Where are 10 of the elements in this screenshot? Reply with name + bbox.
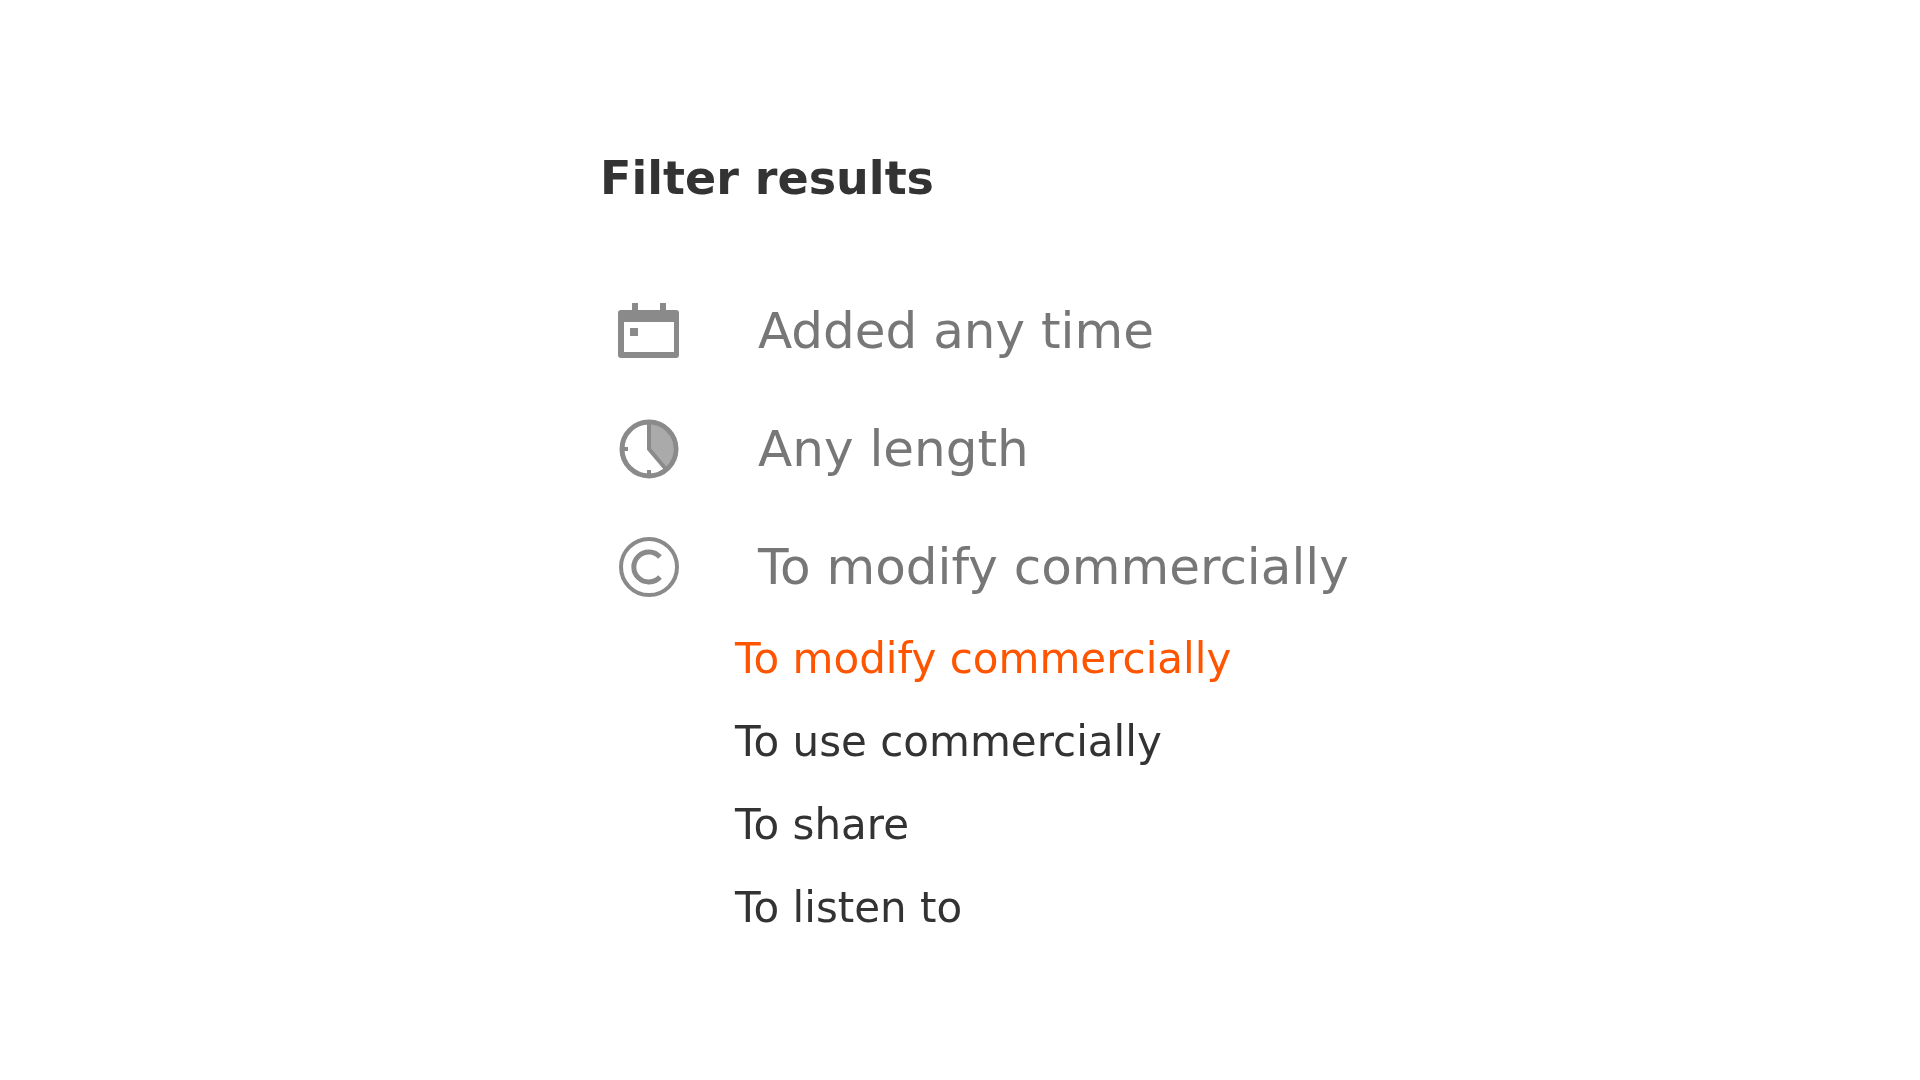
filter-option[interactable]: To listen to (735, 866, 963, 949)
panel-title: Filter results (600, 150, 934, 207)
filter-label[interactable]: Added any time (758, 302, 1154, 360)
filter-option[interactable]: To share (735, 783, 909, 866)
filter-option[interactable]: To use commercially (735, 700, 1162, 783)
copyright-icon (618, 536, 680, 598)
filter-option[interactable]: To modify commercially (735, 617, 1232, 700)
filter-label[interactable]: To modify commercially (758, 538, 1349, 596)
clock-icon (618, 418, 680, 480)
filter-label[interactable]: Any length (758, 420, 1029, 478)
